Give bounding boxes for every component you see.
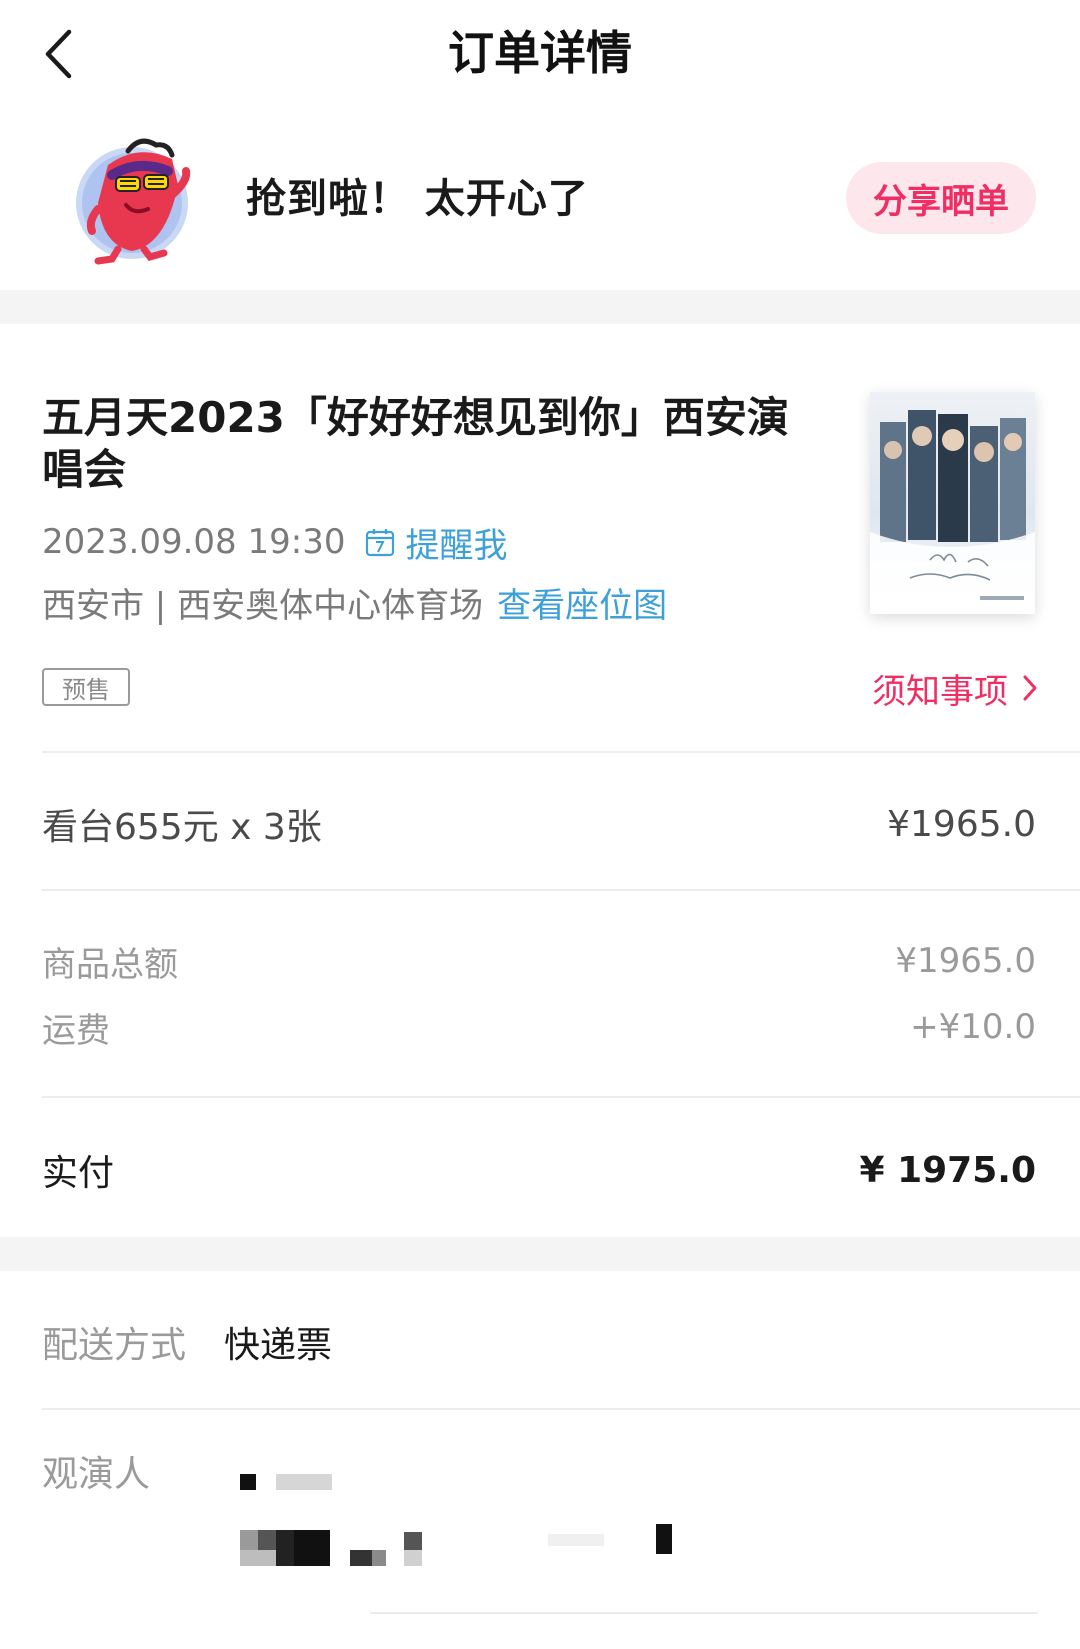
shipping-row: 运费 +¥10.0 — [42, 1001, 1036, 1053]
event-datetime: 2023.09.08 19:30 — [42, 522, 346, 562]
divider — [42, 889, 1080, 891]
venue-text: 西安市 | 西安奥体中心体育场 — [42, 585, 484, 626]
seat-map-link[interactable]: 查看座位图 — [497, 578, 667, 627]
paid-label: 实付 — [42, 1153, 115, 1194]
page-title: 订单详情 — [448, 26, 632, 80]
viewer-label: 观演人 — [42, 1454, 151, 1495]
event-poster[interactable] — [870, 392, 1035, 614]
event-title: 五月天2023「好好好想见到你」西安演唱会 — [42, 393, 789, 494]
subtotal-label: 商品总额 — [42, 944, 178, 985]
subtotal-row: 商品总额 ¥1965.0 — [42, 935, 1036, 987]
shipping-value: +¥10.0 — [910, 1007, 1036, 1047]
remind-label: 提醒我 — [405, 525, 508, 566]
paid-row: 实付 ¥ 1975.0 — [42, 1142, 1036, 1198]
ticket-line-label: 看台655元 x 3张 — [42, 807, 322, 848]
venue-row: 西安市 | 西安奥体中心体育场 查看座位图 — [42, 576, 667, 628]
event-datetime-row: 2023.09.08 19:30 提醒我 — [42, 518, 507, 566]
chevron-right-icon — [1023, 675, 1037, 701]
divider — [42, 1096, 1080, 1098]
shipping-label: 运费 — [42, 1010, 110, 1051]
section-gap — [0, 290, 1080, 324]
divider — [42, 1408, 1080, 1410]
divider — [42, 751, 1080, 753]
top-nav-bar: 订单详情 — [0, 0, 1080, 110]
mascot-icon — [68, 125, 208, 265]
success-banner: 抢到啦！ 太开心了 分享晒单 — [0, 110, 1080, 285]
remind-button[interactable]: 提醒我 — [365, 518, 507, 567]
share-button[interactable]: 分享晒单 — [846, 162, 1036, 234]
delivery-row: 配送方式 快递票 — [42, 1314, 332, 1370]
notice-label: 须知事项 — [872, 671, 1008, 712]
presale-badge: 预售 — [42, 668, 130, 706]
delivery-label: 配送方式 — [42, 1325, 187, 1366]
calendar-icon — [366, 529, 395, 557]
paid-amount: ¥ 1975.0 — [859, 1149, 1036, 1191]
success-message: 抢到啦！ 太开心了 — [246, 176, 589, 222]
section-gap — [0, 1237, 1080, 1271]
divider — [370, 1612, 1038, 1614]
ticket-line-amount: ¥1965.0 — [887, 803, 1036, 845]
notice-link[interactable]: 须知事项 — [872, 664, 1038, 712]
delivery-value: 快递票 — [224, 1325, 333, 1366]
ticket-line-row: 看台655元 x 3张 ¥1965.0 — [42, 796, 1036, 852]
subtotal-value: ¥1965.0 — [895, 941, 1036, 981]
